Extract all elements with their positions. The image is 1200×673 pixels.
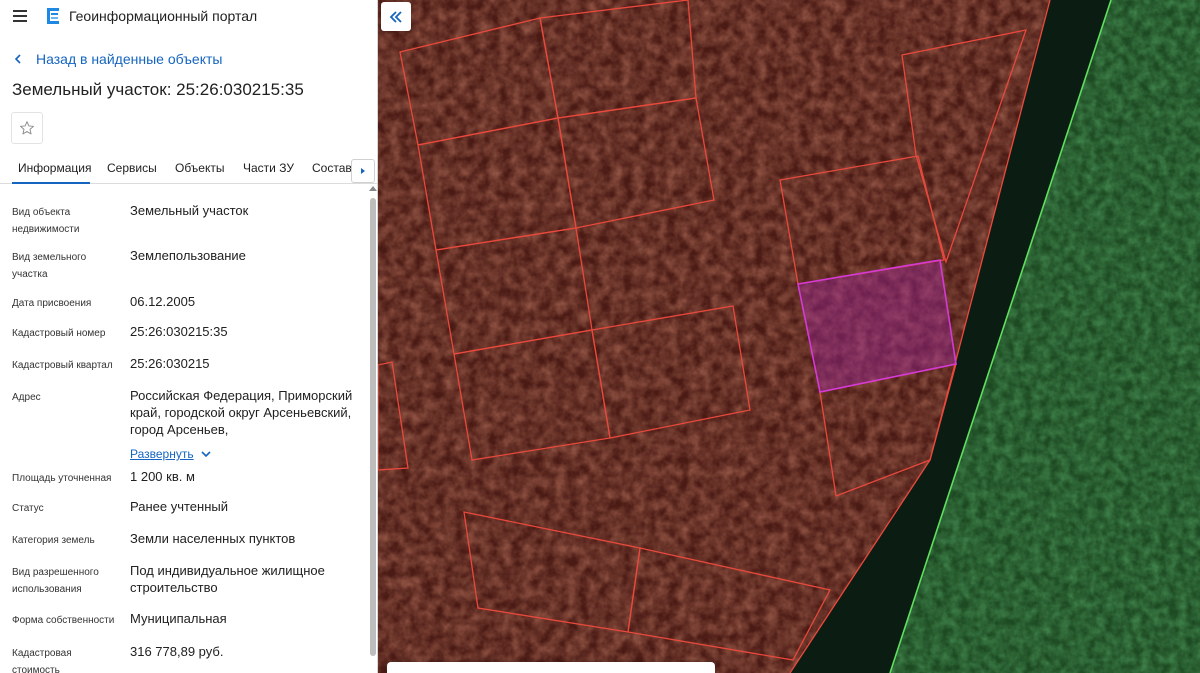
attr-label: Вид земельного участка [12,252,87,280]
tab-composition[interactable]: Состав [312,161,352,175]
attr-value: Земли населенных пунктов [130,531,296,546]
satellite-map[interactable] [378,0,1200,673]
scrollbar-thumb[interactable] [370,198,376,656]
panel-scrollbar[interactable] [368,184,377,673]
scroll-up-arrow[interactable] [369,186,377,191]
attr-label: Дата присвоения [12,298,92,309]
tabs-scroll-right-button[interactable] [351,159,375,183]
attr-value: Ранее учтенный [130,499,228,514]
app-title: Геоинформационный портал [69,8,258,24]
attr-value: 25:26:030215:35 [130,324,228,339]
favorite-button[interactable] [11,112,43,144]
attr-label: Форма собственности [12,615,115,626]
attr-value: Под индивидуальное жилищное строительств… [130,563,325,595]
bottom-card[interactable] [387,662,715,673]
menu-icon[interactable] [11,8,31,24]
attr-label: Кадастровый квартал [12,360,113,371]
attr-label: Категория земель [12,535,95,546]
attr-label: Адрес [12,392,41,403]
chevron-down-icon [201,451,211,458]
back-link[interactable]: Назад в найденные объекты [13,50,222,68]
tab-information[interactable]: Информация [18,161,91,175]
tab-bar: Информация Сервисы Объекты Части ЗУ Сост… [0,153,377,184]
attr-label: Кадастровая стоимость [12,648,72,673]
tab-objects[interactable]: Объекты [175,161,225,175]
top-bar: Геоинформационный портал [0,0,377,33]
star-icon [20,121,34,135]
address-value: Российская Федерация, Приморский край, г… [130,388,353,437]
double-chevron-left-icon [389,10,402,23]
back-link-label: Назад в найденные объекты [36,51,223,67]
attributes-list: Вид объекта недвижимости Земельный участ… [0,184,366,673]
attr-value: 1 200 кв. м [130,469,195,484]
attr-label: Статус [12,503,44,514]
attr-label: Кадастровый номер [12,328,106,339]
triangle-right-icon [361,168,365,174]
attr-value: 316 778,89 руб. [130,644,224,659]
attr-value: Муниципальная [130,611,227,626]
map-view[interactable] [378,0,1200,673]
expand-label: Развернуть [130,447,194,461]
chevron-left-icon [14,54,21,64]
object-title: Земельный участок: 25:26:030215:35 [12,80,304,99]
portal-logo-icon [47,8,59,24]
attr-label: Площадь уточненная [12,473,112,484]
collapse-panel-button[interactable] [381,2,411,31]
attr-value: Земельный участок [130,203,249,218]
attr-value: 06.12.2005 [130,294,196,309]
attr-label: Вид объекта недвижимости [12,207,80,235]
info-panel: Геоинформационный портал Назад в найденн… [0,0,378,673]
tab-services[interactable]: Сервисы [107,161,157,175]
expand-address-link[interactable]: Развернуть [130,447,212,461]
tab-parts[interactable]: Части ЗУ [243,161,294,175]
attr-value: 25:26:030215 [130,356,210,371]
attr-value: Землепользование [130,248,246,263]
attr-label: Вид разрешенного использования [12,567,99,595]
